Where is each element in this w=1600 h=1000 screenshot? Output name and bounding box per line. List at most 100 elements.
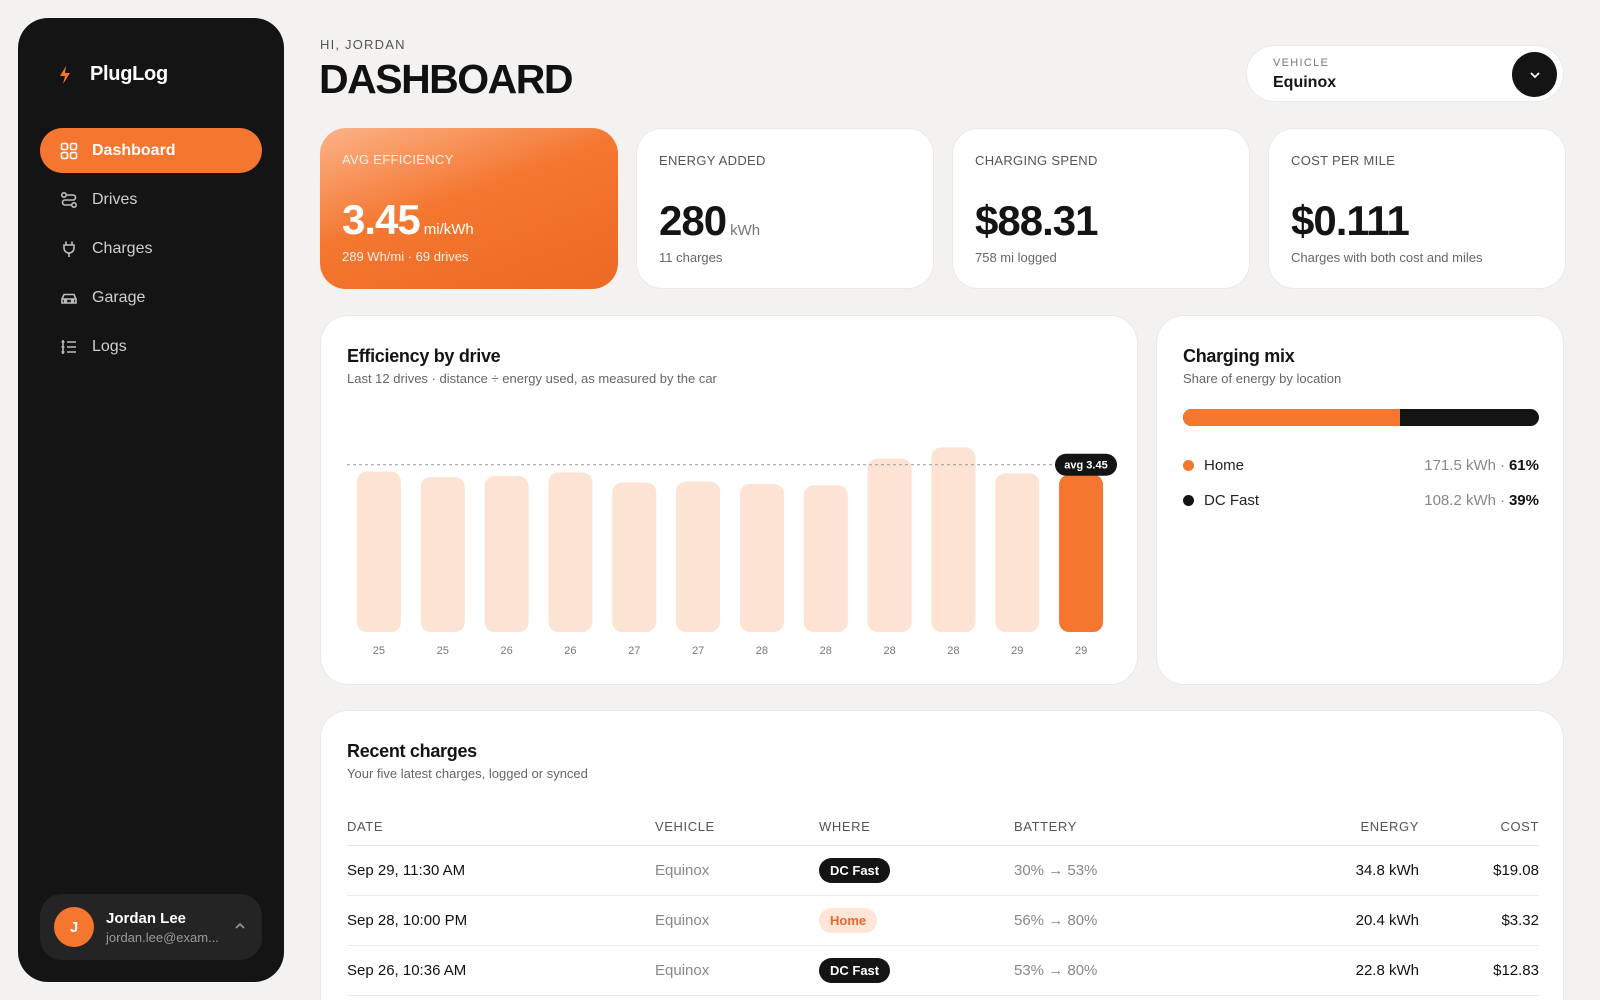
separator: · bbox=[1499, 456, 1505, 474]
sidebar-item-label: Dashboard bbox=[92, 141, 176, 159]
sidebar-item-label: Garage bbox=[92, 288, 146, 306]
brand[interactable]: PlugLog bbox=[58, 63, 168, 86]
cell-vehicle: Equinox bbox=[655, 895, 819, 946]
stat-subtext: 289 Wh/mi · 69 drives bbox=[342, 249, 469, 264]
charging-mix-bar-home-fill bbox=[1183, 409, 1401, 426]
table-row[interactable]: Sep 29, 11:30 AM Equinox DC Fast 30% → 5… bbox=[347, 845, 1539, 896]
cell-energy: 20.4 kWh bbox=[1294, 895, 1419, 946]
page-title: DASHBOARD bbox=[319, 56, 574, 102]
panel-subtitle: Share of energy by location bbox=[1183, 371, 1342, 386]
bar-highlight[interactable] bbox=[1059, 474, 1104, 632]
sidebar-item-charges[interactable]: Charges bbox=[40, 226, 262, 271]
vehicle-select[interactable]: VEHICLE Equinox bbox=[1246, 45, 1564, 102]
table-header-row: DATE VEHICLE WHERE BATTERY ENERGY COST bbox=[347, 809, 1539, 846]
chevron-down-icon bbox=[1529, 71, 1540, 78]
panel-subtitle: Your five latest charges, logged or sync… bbox=[347, 766, 588, 781]
stat-unit: mi/kWh bbox=[423, 221, 474, 238]
bar[interactable] bbox=[548, 472, 593, 632]
sidebar-item-dashboard[interactable]: Dashboard bbox=[40, 128, 262, 173]
bar[interactable] bbox=[484, 476, 529, 632]
bar[interactable] bbox=[356, 471, 401, 632]
stat-value: 3.45 mi/kWh bbox=[342, 196, 474, 244]
x-tick-label: 25 bbox=[437, 645, 449, 657]
cell-battery: 53% → 80% bbox=[1014, 945, 1294, 996]
sidebar-nav: Dashboard Drives Charges Garage Logs bbox=[40, 128, 262, 373]
column-header-battery[interactable]: BATTERY bbox=[1014, 809, 1294, 846]
x-tick-label: 28 bbox=[820, 645, 832, 657]
cell-vehicle: Equinox bbox=[655, 845, 819, 896]
cell-energy: 22.8 kWh bbox=[1294, 945, 1419, 996]
cell-cost: $19.08 bbox=[1419, 845, 1539, 896]
bar[interactable] bbox=[995, 473, 1040, 632]
legend-dot bbox=[1183, 494, 1194, 506]
column-header-vehicle[interactable]: VEHICLE bbox=[655, 809, 819, 846]
bar[interactable] bbox=[739, 483, 784, 632]
cell-energy: 34.8 kWh bbox=[1294, 845, 1419, 896]
column-header-date[interactable]: DATE bbox=[347, 809, 655, 846]
mix-row-name: DC Fast bbox=[1204, 491, 1260, 509]
location-badge: DC Fast bbox=[819, 957, 891, 983]
sidebar-item-garage[interactable]: Garage bbox=[40, 275, 262, 320]
bar[interactable] bbox=[420, 477, 465, 632]
separator: · bbox=[1499, 491, 1505, 509]
bar[interactable] bbox=[676, 481, 721, 632]
column-header-where[interactable]: WHERE bbox=[819, 809, 1014, 846]
mix-row-home: Home 171.5 kWh · 61% bbox=[1183, 454, 1539, 476]
sidebar: PlugLog Dashboard Drives Charges Garage … bbox=[18, 18, 284, 982]
cell-date: Sep 26, 10:36 AM bbox=[347, 945, 655, 996]
x-tick-label: 29 bbox=[1011, 645, 1023, 657]
brand-name: PlugLog bbox=[90, 63, 168, 85]
sidebar-item-logs[interactable]: Logs bbox=[40, 324, 262, 369]
list-icon bbox=[60, 338, 78, 356]
recent-charges-table: DATE VEHICLE WHERE BATTERY ENERGY COST S… bbox=[347, 809, 1539, 996]
x-tick-label: 28 bbox=[947, 645, 959, 657]
stat-label: AVG EFFICIENCY bbox=[342, 152, 454, 167]
cell-where: DC Fast bbox=[819, 845, 1014, 896]
mix-row-pct: 39% bbox=[1508, 491, 1539, 509]
table-row[interactable]: Sep 28, 10:00 PM Equinox Home 56% → 80% … bbox=[347, 895, 1539, 946]
stat-subtext: Charges with both cost and miles bbox=[1291, 250, 1483, 265]
x-tick-label: 29 bbox=[1075, 645, 1087, 657]
x-tick-label: 28 bbox=[883, 645, 895, 657]
x-tick-label: 28 bbox=[756, 645, 768, 657]
user-menu[interactable]: J Jordan Lee jordan.lee@exam... bbox=[40, 894, 262, 960]
table-row[interactable]: Sep 26, 10:36 AM Equinox DC Fast 53% → 8… bbox=[347, 945, 1539, 996]
car-icon bbox=[60, 289, 78, 307]
bolt-icon bbox=[60, 65, 70, 84]
panel-title: Charging mix bbox=[1183, 346, 1295, 366]
recent-charges-panel: Recent charges Your five latest charges,… bbox=[320, 710, 1564, 1000]
stat-card-energy-added: ENERGY ADDED 280 kWh 11 charges bbox=[636, 128, 934, 289]
bar[interactable] bbox=[612, 482, 657, 632]
bar[interactable] bbox=[803, 485, 848, 632]
stat-label: ENERGY ADDED bbox=[659, 153, 766, 168]
stat-number: 280 bbox=[659, 197, 727, 244]
bar[interactable] bbox=[931, 447, 976, 632]
vehicle-dropdown-button[interactable] bbox=[1512, 52, 1557, 97]
stat-value: 280 kWh bbox=[659, 197, 760, 245]
cell-cost: $3.32 bbox=[1419, 895, 1539, 946]
cell-date: Sep 29, 11:30 AM bbox=[347, 845, 655, 896]
stat-label: CHARGING SPEND bbox=[975, 153, 1098, 168]
cell-where: Home bbox=[819, 895, 1014, 946]
sidebar-item-drives[interactable]: Drives bbox=[40, 177, 262, 222]
charging-mix-panel: Charging mix Share of energy by location… bbox=[1156, 315, 1564, 685]
stat-label: COST PER MILE bbox=[1291, 153, 1396, 168]
cell-battery: 30% → 53% bbox=[1014, 845, 1294, 896]
stat-subtext: 758 mi logged bbox=[975, 250, 1057, 265]
x-tick-label: 25 bbox=[373, 645, 385, 657]
column-header-energy[interactable]: ENERGY bbox=[1294, 809, 1419, 846]
route-icon bbox=[60, 191, 78, 209]
efficiency-panel: Efficiency by drive Last 12 drives · dis… bbox=[320, 315, 1138, 685]
bar[interactable] bbox=[867, 458, 912, 632]
cell-where: DC Fast bbox=[819, 945, 1014, 996]
stat-subtext: 11 charges bbox=[659, 250, 723, 265]
chevron-up-icon bbox=[235, 922, 245, 929]
efficiency-bar-chart: 25 25 26 26 27 27 28 28 28 28 29 29 avg 3.45 bbox=[347, 447, 1117, 657]
sidebar-item-label: Charges bbox=[92, 239, 153, 257]
charging-mix-bar bbox=[1183, 409, 1539, 426]
column-header-cost[interactable]: COST bbox=[1419, 809, 1539, 846]
x-tick-label: 27 bbox=[628, 645, 640, 657]
cell-vehicle: Equinox bbox=[655, 945, 819, 996]
plug-icon bbox=[60, 240, 78, 258]
mix-row-name: Home bbox=[1204, 456, 1245, 474]
